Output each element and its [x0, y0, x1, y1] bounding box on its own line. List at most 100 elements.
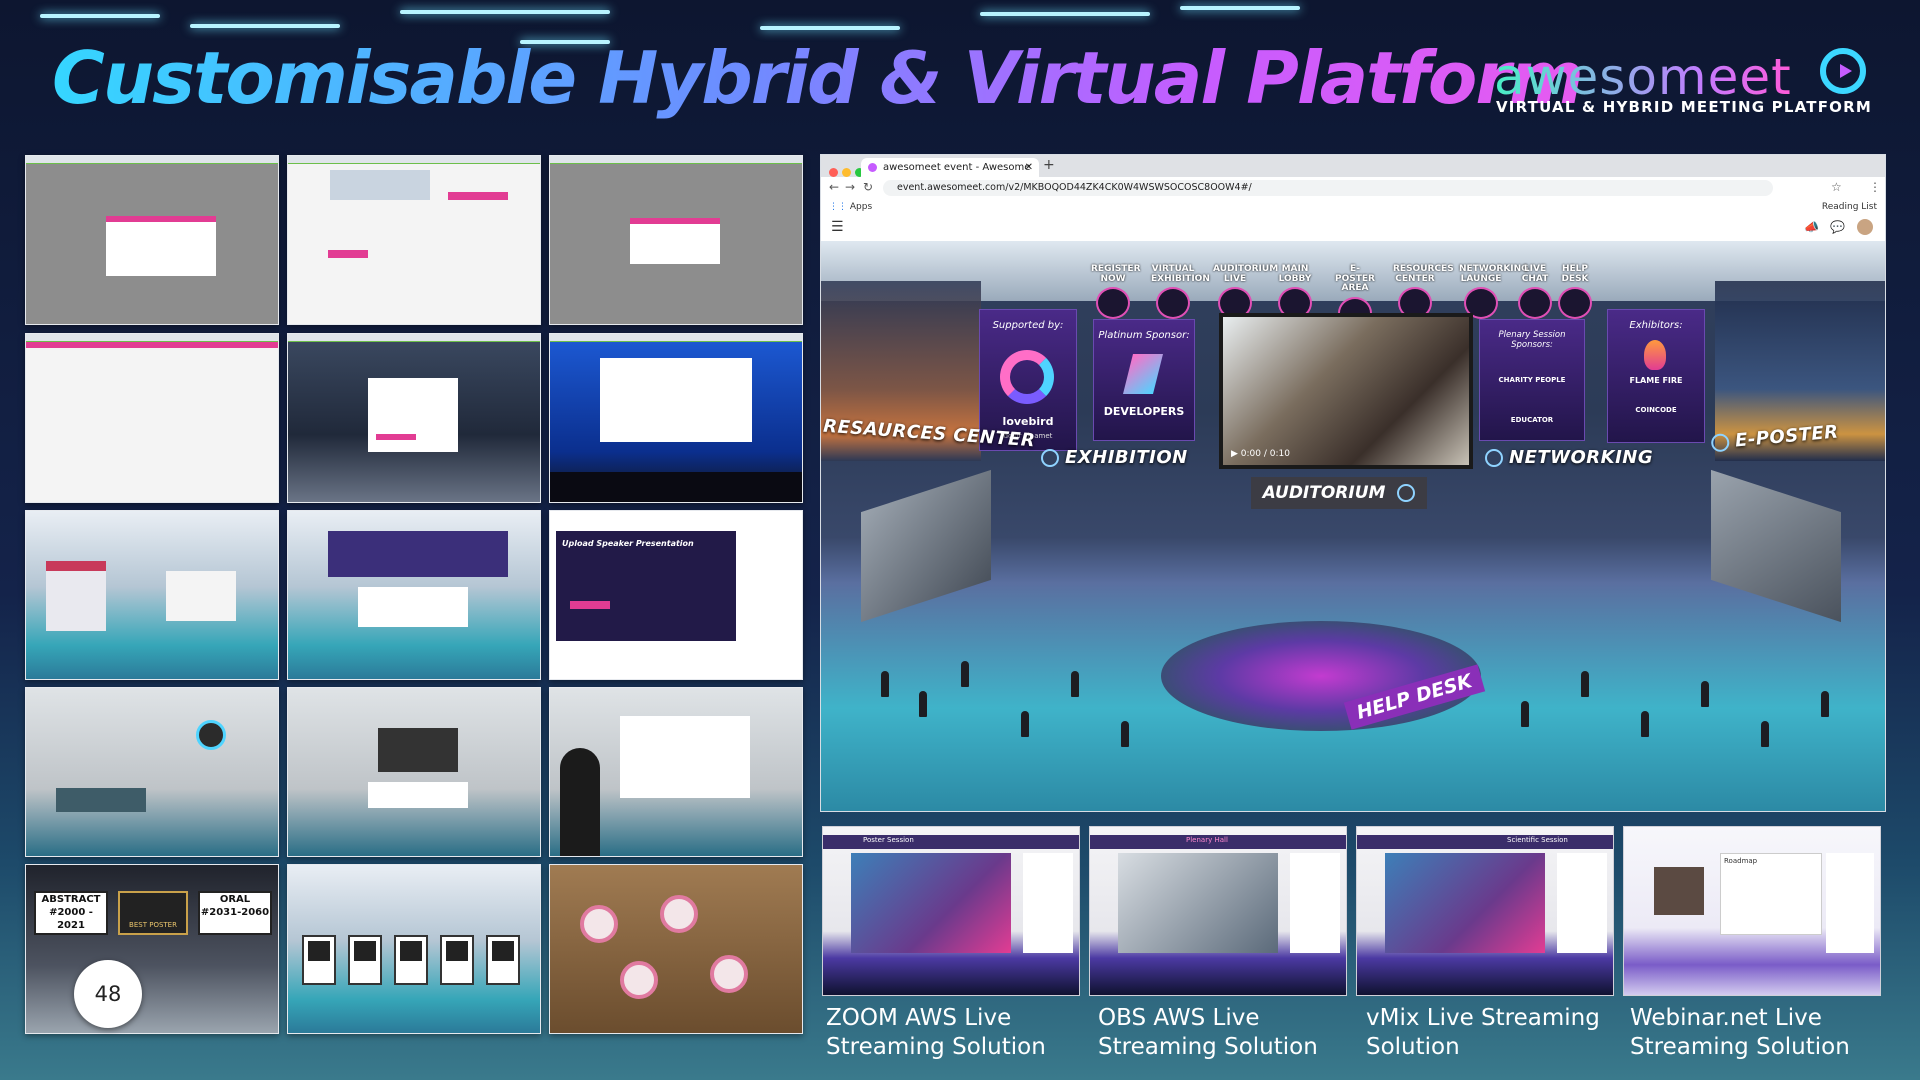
thumb-lounge[interactable] — [25, 687, 279, 857]
chat-panel — [1290, 853, 1340, 953]
round-table — [580, 905, 618, 943]
abstract-label: ABSTRACT — [41, 894, 101, 905]
developers-logo-icon — [1123, 354, 1163, 394]
thumb-expo-hall[interactable] — [25, 510, 279, 680]
chat-panel — [1023, 853, 1073, 953]
apps-label[interactable]: Apps — [850, 202, 872, 212]
flame-fire-logo: FLAME FIRE — [1629, 376, 1683, 385]
browser-bar — [26, 156, 278, 164]
logo-tagline: VIRTUAL & HYBRID MEETING PLATFORM — [1496, 98, 1872, 116]
thumb-speaker-form[interactable] — [549, 687, 803, 857]
main-video-player[interactable]: ▶ 0:00 / 0:10 — [1219, 313, 1473, 469]
browser-bar — [550, 156, 802, 164]
browser-tab[interactable]: awesomeet event - Awesome ✕ — [861, 158, 1039, 177]
menu-networking-launge[interactable]: NETWORKING LAUNGE — [1459, 264, 1529, 319]
thumb-survey-form[interactable] — [25, 333, 279, 503]
lounge-seating — [56, 788, 146, 812]
stream-thumb-vmix[interactable]: Scientific Session — [1356, 826, 1614, 996]
stream-video — [1118, 853, 1278, 953]
oral-board: ORAL #2031-2060 — [198, 891, 272, 935]
thumb-exhibitor-booth[interactable] — [287, 510, 541, 680]
session-header — [823, 835, 1079, 849]
stream-thumb-webinar[interactable]: Roadmap — [1623, 826, 1881, 996]
thumb-login-modal[interactable] — [549, 155, 803, 325]
up-arrow-icon — [1041, 449, 1059, 467]
poster-session-tab: Poster Session — [863, 836, 914, 844]
booth — [46, 561, 106, 631]
event-banner — [330, 170, 430, 200]
thumb-agenda-stage[interactable] — [549, 333, 803, 503]
chat-icon[interactable]: 💬 — [1830, 220, 1845, 234]
video-controls[interactable]: ▶ 0:00 / 0:10 — [1231, 449, 1290, 459]
thumb-upload-presentation[interactable]: Upload Speaker Presentation — [549, 510, 803, 680]
banner-plenary-sponsors[interactable]: Plenary Session Sponsors: CHARITY PEOPLE… — [1479, 319, 1585, 441]
thumb-networking-tables[interactable] — [549, 864, 803, 1034]
menu-register-now[interactable]: REGISTER NOW — [1091, 264, 1141, 319]
webinar-video — [1654, 867, 1704, 915]
star-icon[interactable]: ☆ — [1831, 180, 1842, 194]
menu-auditorium-live[interactable]: AUDITORIUM LIVE — [1213, 264, 1278, 319]
oral-label: ORAL — [219, 894, 251, 905]
caption-obs: OBS AWS Live Streaming Solution — [1098, 1005, 1318, 1060]
reception-screen — [378, 728, 458, 772]
address-bar[interactable]: event.awesomeet.com/v2/MKBOQOD44ZK4CK0W4… — [883, 180, 1773, 196]
thumb-reception[interactable] — [287, 687, 541, 857]
new-tab-icon[interactable]: + — [1043, 157, 1055, 173]
scientific-session-tab: Scientific Session — [1507, 836, 1568, 844]
page-title: Customisable Hybrid & Virtual Platform — [52, 36, 1584, 120]
booth-backdrop — [328, 531, 508, 577]
back-icon[interactable]: ← — [829, 180, 839, 194]
thumb-registration-modal[interactable] — [25, 155, 279, 325]
thumb-kiosk-area[interactable] — [287, 864, 541, 1034]
banner-exhibitors[interactable]: Exhibitors: FLAME FIRE COINCODE — [1607, 309, 1705, 443]
attendee-figure — [1761, 721, 1769, 747]
coincode-logo: COINCODE — [1635, 406, 1677, 414]
menu-main-lobby[interactable]: MAIN LOBBY — [1273, 264, 1317, 319]
reading-list[interactable]: Reading List — [1822, 199, 1877, 215]
round-table — [620, 961, 658, 999]
abstract-years: #2000 - 2021 — [49, 907, 93, 931]
oral-years: #2031-2060 — [200, 907, 270, 918]
reception-desk — [368, 782, 468, 808]
caption-vmix: vMix Live Streaming Solution — [1366, 1005, 1600, 1060]
attendee-figure — [1021, 711, 1029, 737]
play-bubble-icon — [1820, 48, 1866, 94]
round-table — [660, 895, 698, 933]
attendee-figure — [881, 671, 889, 697]
avatar[interactable] — [1857, 219, 1873, 235]
sign-networking[interactable]: NETWORKING — [1485, 447, 1653, 468]
reload-icon[interactable]: ↻ — [863, 180, 873, 194]
lovebird-logo-icon — [1000, 350, 1054, 404]
flame-fire-icon — [1644, 340, 1666, 370]
thumb-poster-gallery[interactable]: ABSTRACT #2000 - 2021 BEST POSTER ORAL #… — [25, 864, 279, 1034]
thumb-profile-popup[interactable] — [287, 333, 541, 503]
headset-icon — [1558, 287, 1592, 319]
favicon-icon — [868, 163, 877, 172]
poster-kiosk — [486, 935, 520, 985]
agenda-panel — [600, 358, 752, 442]
close-icon[interactable]: ✕ — [1025, 158, 1033, 177]
plenary-hall-tab: Plenary Hall — [1186, 836, 1228, 844]
sign-exhibition[interactable]: EXHIBITION — [1041, 447, 1188, 468]
menu-help-desk[interactable]: HELP DESK — [1553, 264, 1597, 319]
banner-platinum-sponsor[interactable]: Platinum Sponsor: DEVELOPERS — [1093, 319, 1195, 441]
menu-live-chat[interactable]: LIVE CHAT — [1513, 264, 1557, 319]
menu-resources-center[interactable]: RESOURCES CENTER — [1393, 264, 1454, 319]
apps-icon[interactable]: ⋮⋮ — [829, 202, 847, 212]
menu-dots-icon[interactable]: ⋮ — [1869, 180, 1881, 194]
megaphone-icon[interactable]: 📣 — [1804, 220, 1819, 234]
login-dialog — [630, 218, 720, 264]
stream-video — [851, 853, 1011, 953]
thumb-event-page[interactable] — [287, 155, 541, 325]
main-browser-window: awesomeet event - Awesome ✕ + ← → ↻ even… — [820, 154, 1886, 812]
light-streak — [40, 14, 160, 18]
hamburger-icon[interactable]: ☰ — [831, 219, 844, 235]
menu-virtual-exhibition[interactable]: VIRTUAL EXHIBITION — [1151, 264, 1210, 319]
stream-thumb-zoom[interactable]: Poster Session — [822, 826, 1080, 996]
sign-auditorium[interactable]: AUDITORIUM — [1251, 477, 1427, 509]
forward-icon[interactable]: → — [845, 180, 855, 194]
light-streak — [760, 26, 900, 30]
stream-thumb-obs[interactable]: Plenary Hall — [1089, 826, 1347, 996]
browser-bar — [288, 156, 540, 164]
up-arrow-icon — [1485, 449, 1503, 467]
